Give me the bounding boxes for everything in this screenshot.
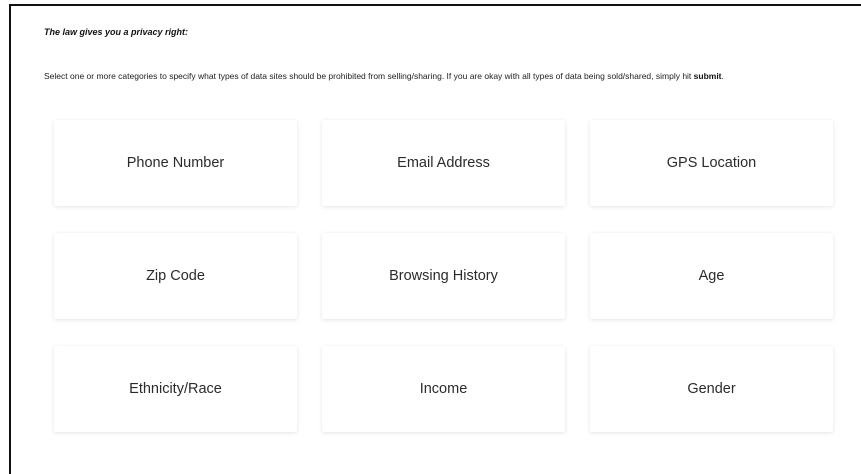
category-label: Gender <box>687 381 736 397</box>
category-label: Email Address <box>397 155 490 171</box>
submit-emphasis: submit <box>693 71 722 81</box>
category-label: Zip Code <box>146 268 205 284</box>
category-label: Phone Number <box>126 155 225 171</box>
category-grid: Phone Number Email Address GPS Location … <box>54 120 834 432</box>
category-card-gps-location[interactable]: GPS Location <box>590 120 833 206</box>
category-card-zip-code[interactable]: Zip Code <box>54 233 297 319</box>
instructions-text-after: . <box>721 71 724 81</box>
category-card-phone-number[interactable]: Phone Number <box>54 120 297 206</box>
category-card-income[interactable]: Income <box>322 346 565 432</box>
page-heading: The law gives you a privacy right: <box>44 27 189 37</box>
category-card-age[interactable]: Age <box>590 233 833 319</box>
category-card-email-address[interactable]: Email Address <box>322 120 565 206</box>
category-label: GPS Location <box>666 155 757 171</box>
category-label: Age <box>698 268 725 284</box>
category-card-gender[interactable]: Gender <box>590 346 833 432</box>
category-card-browsing-history[interactable]: Browsing History <box>322 233 565 319</box>
category-label: Ethnicity/Race <box>129 381 222 397</box>
category-label: Browsing History <box>389 268 498 284</box>
category-label: Income <box>419 381 468 397</box>
instructions-text: Select one or more categories to specify… <box>44 70 844 83</box>
category-card-ethnicity-race[interactable]: Ethnicity/Race <box>54 346 297 432</box>
instructions-text-before: Select one or more categories to specify… <box>44 71 694 81</box>
